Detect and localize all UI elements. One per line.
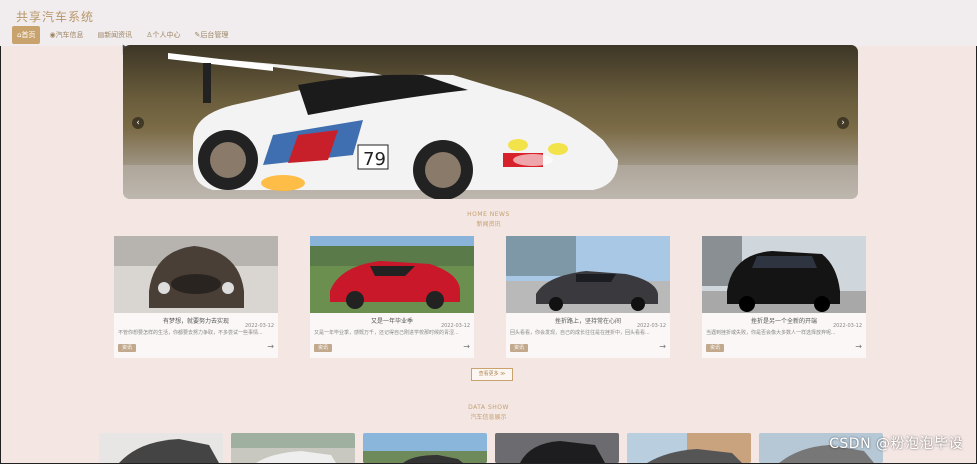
news-arrow-icon[interactable]: → — [463, 342, 470, 351]
news-tag-1: 资讯 — [118, 344, 137, 352]
news-section-title-en: HOME NEWS — [467, 211, 510, 218]
main-nav: ⌂首页 ◉汽车信息 ▤新闻资讯 ♙个人中心 ✎后台管理 — [12, 26, 233, 44]
car-show-item-1[interactable] — [99, 433, 223, 463]
news-arrow-icon[interactable]: → — [659, 342, 666, 351]
show-section-title: DATA SHOW 汽车信息展示 — [0, 404, 977, 421]
show-section-title-cn: 汽车信息展示 — [470, 414, 507, 421]
site-title: 共享汽车系统 — [16, 10, 95, 24]
news-card-4[interactable]: 挫折是另一个全新的开端 2022-03-12 当遇到挫折或失败，你是否会像大多数… — [702, 236, 866, 358]
news-tag-4: 资讯 — [706, 344, 725, 352]
race-car-image: 79 — [123, 53, 858, 199]
nav-home-label: 首页 — [21, 31, 36, 39]
view-more-button[interactable]: 查看更多 ≫ — [471, 368, 513, 381]
nav-news-label: 新闻资讯 — [104, 31, 133, 39]
nav-news[interactable]: ▤新闻资讯 — [93, 26, 138, 44]
nav-car-info-label: 汽车信息 — [55, 31, 84, 39]
nav-user-center-label: 个人中心 — [152, 31, 181, 39]
news-card-2[interactable]: 又是一年毕业季 2022-03-12 又是一年毕业季，感慨万千，还记得自己刚进学… — [310, 236, 474, 358]
car-show-item-5[interactable] — [627, 433, 751, 463]
news-image-4 — [702, 236, 866, 313]
news-desc-2: 又是一年毕业季，感慨万千，还记得自己刚进学校那时候的青涩... — [314, 330, 459, 336]
carousel-prev-button[interactable]: ‹ — [132, 117, 144, 129]
news-section-title: HOME NEWS 新闻资讯 — [0, 211, 977, 228]
news-arrow-icon[interactable]: → — [855, 342, 862, 351]
car-show-item-4[interactable] — [495, 433, 619, 463]
nav-home[interactable]: ⌂首页 — [12, 26, 41, 44]
csdn-watermark: CSDN @粉泡泡毕设 — [829, 436, 963, 452]
nav-admin-label: 后台管理 — [200, 31, 229, 39]
news-card-3[interactable]: 挫折路上，坚持常在心间 2022-03-12 回头看看，你会发现，自己的成长往往… — [506, 236, 670, 358]
news-card-1[interactable]: 有梦想，就要努力去实现 2022-03-12 不管你想要怎样的生活，你都要去努力… — [114, 236, 278, 358]
news-desc-3: 回头看看，你会发现，自己的成长往往是在挫折中，回头看看... — [510, 330, 650, 336]
news-tag-2: 资讯 — [314, 344, 333, 352]
top-bar: 共享汽车系统 ⌂首页 ◉汽车信息 ▤新闻资讯 ♙个人中心 ✎后台管理 — [0, 0, 977, 46]
svg-text:79: 79 — [363, 149, 386, 170]
car-show-item-2[interactable] — [231, 433, 355, 463]
carousel-next-button[interactable]: › — [837, 117, 849, 129]
news-image-3 — [506, 236, 670, 313]
nav-car-info[interactable]: ◉汽车信息 — [44, 26, 88, 44]
news-image-1 — [114, 236, 278, 313]
news-desc-4: 当遇到挫折或失败，你是否会像大多数人一样选择放弃呢... — [706, 330, 836, 336]
show-section-title-en: DATA SHOW — [468, 404, 509, 411]
car-show-item-3[interactable] — [363, 433, 487, 463]
nav-admin[interactable]: ✎后台管理 — [189, 26, 233, 44]
news-image-2 — [310, 236, 474, 313]
hero-carousel[interactable]: 79 ‹ › — [123, 45, 858, 199]
news-tag-3: 资讯 — [510, 344, 529, 352]
nav-user-center[interactable]: ♙个人中心 — [141, 26, 185, 44]
news-section-title-cn: 新闻资讯 — [476, 221, 501, 228]
news-desc-1: 不管你想要怎样的生活，你都要去努力争取，不多尝试一些事情... — [118, 330, 263, 336]
news-arrow-icon[interactable]: → — [267, 342, 274, 351]
